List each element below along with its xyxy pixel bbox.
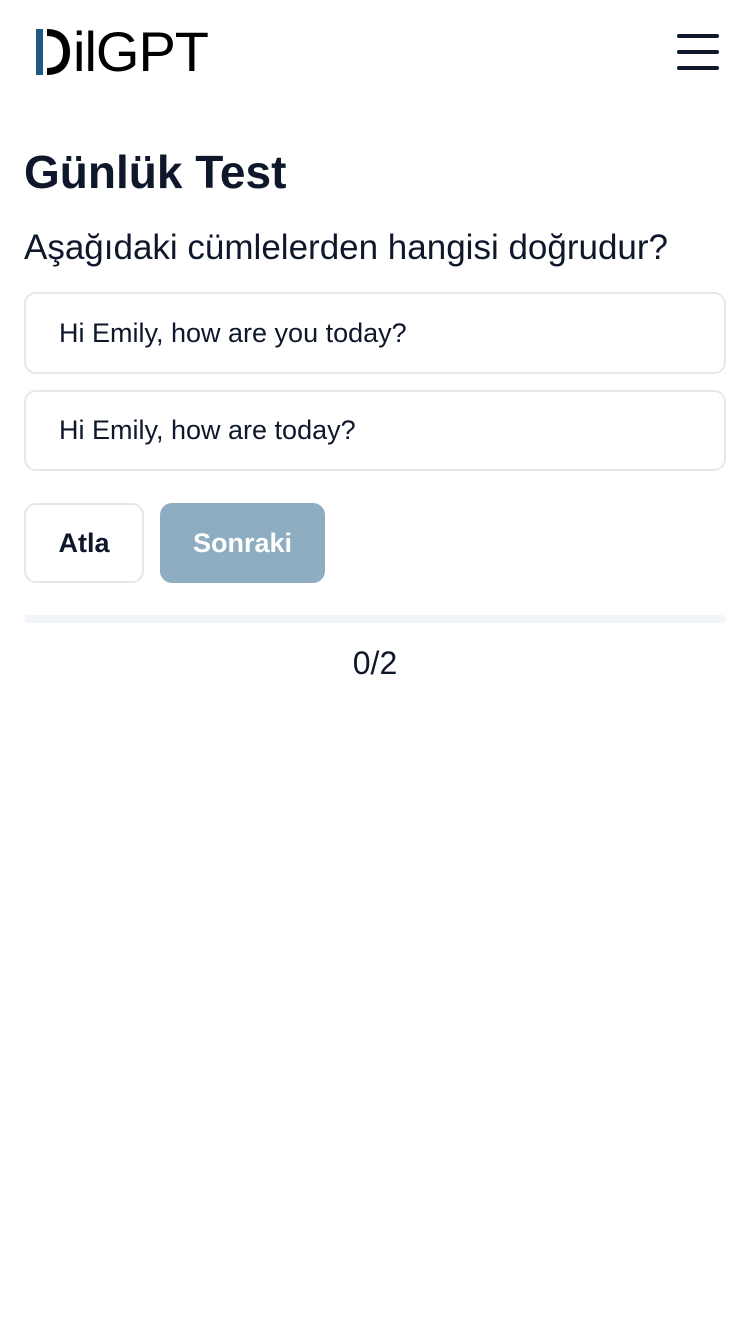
logo-d-mark-icon (36, 29, 70, 75)
question-text: Aşağıdaki cümlelerden hangisi doğrudur? (24, 228, 669, 267)
logo-text: ilGPT (73, 20, 209, 83)
page-title: Günlük Test (24, 146, 287, 198)
dilgpt-logo[interactable]: ilGPT (36, 20, 209, 83)
progress-bar (24, 615, 726, 623)
next-button[interactable]: Sonraki (160, 503, 325, 583)
app-header: ilGPT (0, 0, 740, 104)
answer-option-2[interactable]: Hi Emily, how are today? (24, 390, 726, 471)
answer-option-1[interactable]: Hi Emily, how are you today? (24, 292, 726, 374)
hamburger-menu-icon[interactable] (674, 30, 722, 74)
progress-counter: 0/2 (352, 645, 398, 681)
skip-button[interactable]: Atla (24, 503, 144, 583)
